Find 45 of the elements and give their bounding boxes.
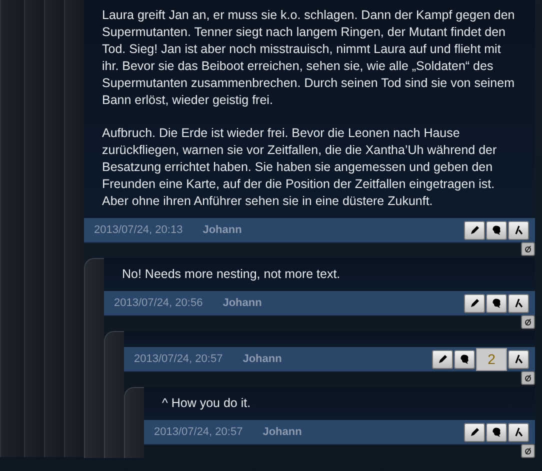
comment-date: 2013/07/24, 20:57 (154, 424, 243, 440)
comment-text: No! Needs more nesting, not more text. (122, 266, 342, 283)
fork-icon (512, 297, 524, 309)
link-button[interactable] (521, 315, 535, 329)
reply-button[interactable] (508, 350, 529, 368)
blob-icon (490, 297, 502, 309)
link-button[interactable] (521, 444, 535, 458)
edit-button[interactable] (432, 350, 453, 368)
pencil-icon (436, 353, 448, 365)
comment-author: Johann (202, 222, 242, 238)
reply-button[interactable] (508, 294, 529, 312)
link-button[interactable] (521, 371, 535, 385)
pencil-icon (468, 297, 480, 309)
vote-count-button[interactable]: 2 (476, 348, 507, 370)
quote-button[interactable] (486, 220, 507, 240)
pencil-icon (468, 426, 480, 438)
comment-text: ^ How you do it. (162, 395, 252, 412)
edit-button[interactable] (464, 220, 485, 240)
comment-date: 2013/07/24, 20:56 (114, 296, 203, 311)
circle-slash-icon (524, 447, 532, 455)
blob-icon (458, 353, 470, 365)
comment-author: Johann (242, 352, 282, 367)
quote-button[interactable] (486, 294, 507, 312)
comment-text: Laura greift Jan an, er muss sie k.o. schlagen. Dann der Kampf gegen den Supermutanten. Tenner siegt nach langem Ringen, der Mutant findet den Tod. Sieg! Jan ist aber noch misstrauisch, nimmt Laura auf und flieht mit ihr. Bevor sie das Beiboot erreichen, sehen sie, wie alle „Soldaten“ des Supermutanten zusammenbrechen. Durch seinen Tod sind sie von seinem Bann erlöst, wieder geistig frei. (102, 7, 516, 109)
comment-text: Aufbruch. Die Erde ist wieder frei. Bevor die Leonen nach Hause zurückfliegen, warnen sie vor Zeitfallen, die die Xantha’Uh während der Besatzung errichtet haben. Sie haben sie angemessen und geben den Freunden eine Karte, auf der die Position der Zeitfallen eingetragen ist. Aber ohne ihren Anführer sehen sie in eine düstere Zukunft. (102, 125, 498, 210)
circle-slash-icon (524, 245, 532, 253)
quote-button[interactable] (454, 350, 475, 368)
edit-button[interactable] (464, 294, 485, 312)
edit-button[interactable] (464, 422, 485, 442)
comment-author: Johann (262, 424, 302, 440)
reply-button[interactable] (508, 220, 529, 240)
reply-button[interactable] (508, 422, 529, 442)
fork-icon (512, 224, 524, 236)
blob-icon (490, 224, 502, 236)
comment-author: Johann (222, 296, 262, 311)
fork-icon (512, 353, 524, 365)
blob-icon (490, 426, 502, 438)
circle-slash-icon (524, 374, 532, 382)
quote-button[interactable] (486, 422, 507, 442)
comment-date: 2013/07/24, 20:57 (134, 352, 223, 367)
circle-slash-icon (524, 318, 532, 326)
link-button[interactable] (521, 242, 535, 256)
fork-icon (512, 426, 524, 438)
pencil-icon (468, 224, 480, 236)
comment-date: 2013/07/24, 20:13 (94, 222, 183, 238)
